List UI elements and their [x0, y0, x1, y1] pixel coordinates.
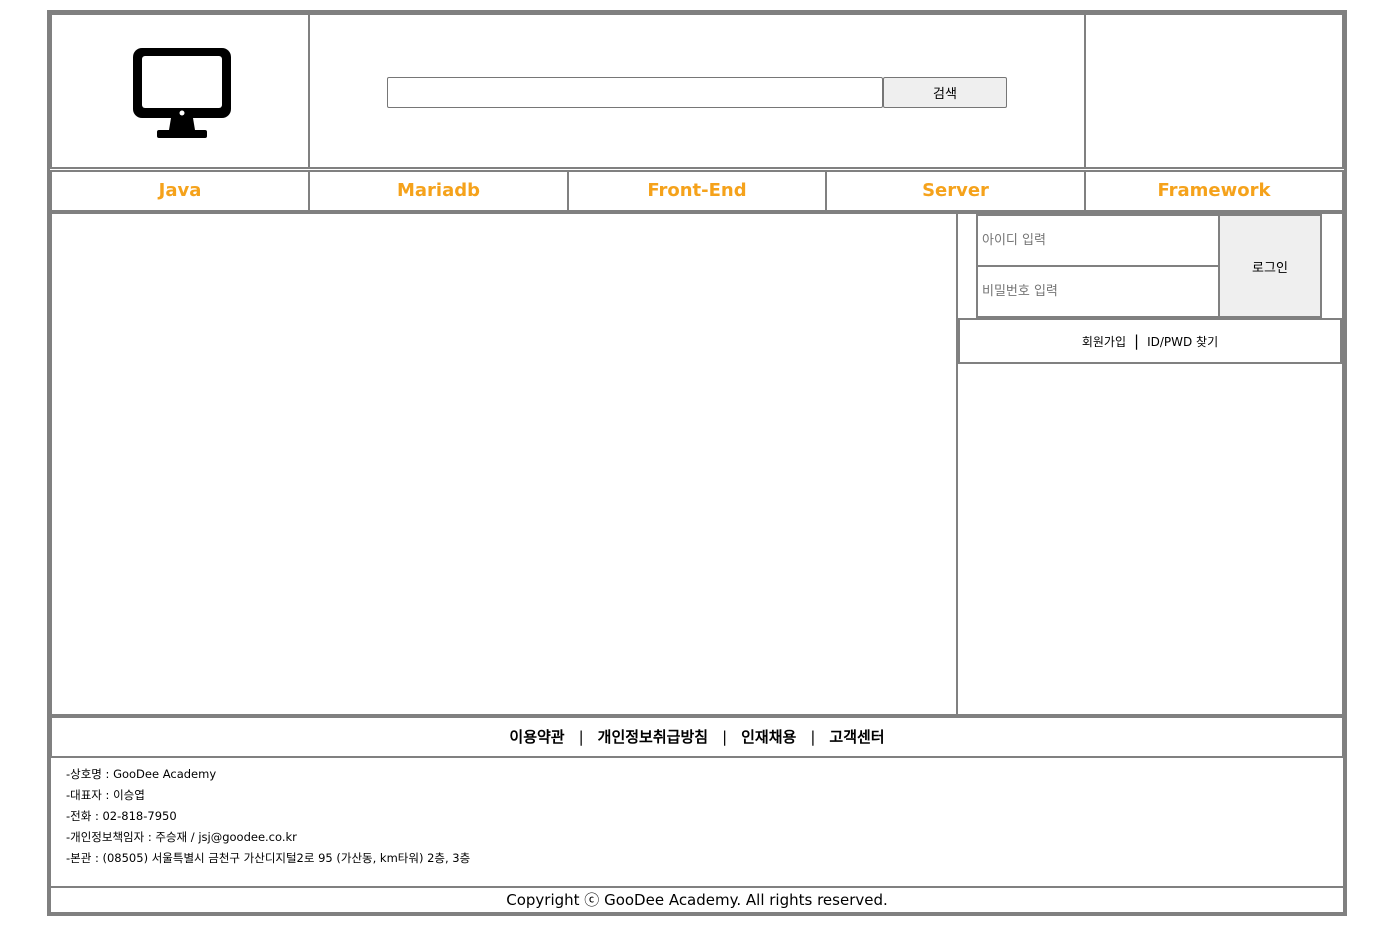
monitor-icon[interactable]	[131, 46, 233, 140]
nav-item-mariadb[interactable]: Mariadb	[308, 170, 569, 212]
separator: |	[722, 728, 728, 746]
nav-item-front-end[interactable]: Front-End	[567, 170, 827, 212]
search-cell: 검색	[308, 13, 1086, 169]
login-button[interactable]: 로그인	[1218, 214, 1322, 318]
header-right-cell	[1084, 13, 1344, 169]
company-privacy-officer: -개인정보책임자 : 주승재 / jsj@goodee.co.kr	[66, 830, 297, 844]
main-section: 로그인 회원가입 | ID/PWD 찾기	[50, 212, 1344, 716]
sidebar: 로그인 회원가입 | ID/PWD 찾기	[956, 212, 1344, 716]
company-name: -상호명 : GooDee Academy	[66, 767, 217, 781]
separator: |	[810, 728, 816, 746]
separator: |	[1134, 332, 1140, 350]
find-account-link[interactable]: ID/PWD 찾기	[1147, 335, 1218, 349]
separator: |	[578, 728, 584, 746]
login-form: 로그인	[976, 214, 1324, 320]
signup-link[interactable]: 회원가입	[1082, 335, 1126, 349]
password-input[interactable]	[976, 265, 1220, 318]
content-area	[50, 212, 958, 716]
id-input[interactable]	[976, 214, 1220, 267]
footer-links: 이용약관 | 개인정보취급방침 | 인재채용 | 고객센터	[50, 716, 1344, 758]
nav-item-java[interactable]: Java	[50, 170, 310, 212]
footer-link-support[interactable]: 고객센터	[829, 728, 884, 746]
logo-cell	[50, 13, 310, 169]
footer-link-privacy[interactable]: 개인정보취급방침	[598, 728, 708, 746]
company-address: -본관 : (08505) 서울특별시 금천구 가산디지털2로 95 (가산동,…	[66, 851, 471, 865]
account-links: 회원가입 | ID/PWD 찾기	[958, 318, 1342, 364]
footer-link-careers[interactable]: 인재채용	[741, 728, 796, 746]
company-phone: -전화 : 02-818-7950	[66, 809, 177, 823]
header: 검색	[50, 13, 1344, 171]
company-ceo: -대표자 : 이승엽	[66, 788, 145, 802]
page-frame: 검색 Java Mariadb Front-End Server Framewo…	[47, 10, 1347, 916]
main-nav: Java Mariadb Front-End Server Framework	[50, 170, 1344, 212]
nav-item-server[interactable]: Server	[825, 170, 1086, 212]
search-button[interactable]: 검색	[883, 77, 1007, 108]
nav-item-framework[interactable]: Framework	[1084, 170, 1344, 212]
footer-link-terms[interactable]: 이용약관	[509, 728, 564, 746]
search-input[interactable]	[387, 77, 883, 108]
company-info: -상호명 : GooDee Academy -대표자 : 이승엽 -전화 : 0…	[50, 756, 1344, 887]
copyright: Copyright ⓒ GooDee Academy. All rights r…	[50, 887, 1344, 913]
